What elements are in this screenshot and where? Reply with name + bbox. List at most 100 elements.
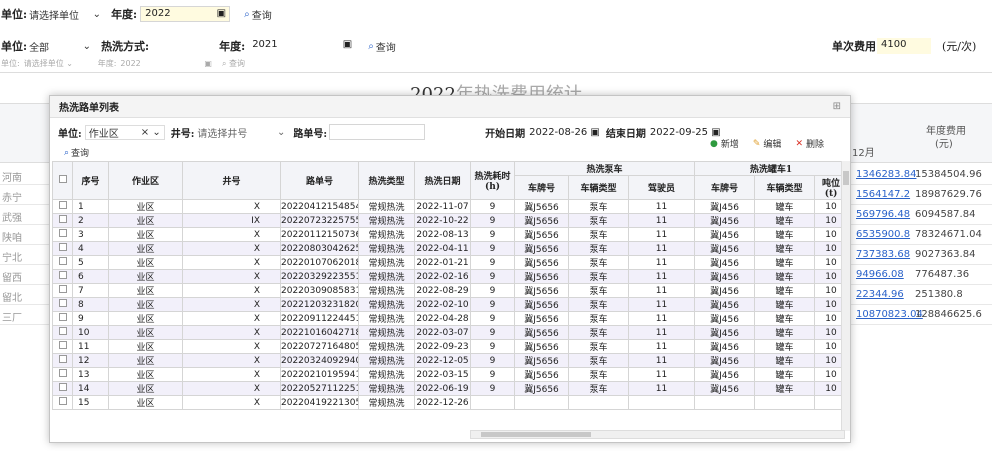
stats-dec-link[interactable]: 22344.96	[856, 289, 904, 300]
row-checkbox[interactable]	[58, 271, 67, 279]
row-select-cell[interactable]	[52, 227, 73, 242]
unit-select[interactable]: 全部 ⌄	[29, 39, 91, 54]
edit-button[interactable]: ✎ 编辑	[753, 137, 782, 151]
table-row[interactable]: 2 业区 IX 20220723225755 常规热洗 2022-10-22 9 冀J5656…	[52, 213, 849, 228]
chevron-down-icon: ⌄	[82, 40, 92, 52]
vertical-scrollbar[interactable]	[841, 161, 850, 431]
row-checkbox[interactable]	[58, 369, 67, 377]
cell-plate2: 冀J456	[694, 227, 756, 242]
cell-date: 2022-04-11	[414, 241, 471, 256]
unit-label: 单位:	[1, 40, 28, 53]
row-select-cell[interactable]	[52, 213, 73, 228]
cell-route: 20220911224451	[280, 311, 359, 326]
cell-plate2: 冀J456	[694, 339, 756, 354]
select-all-checkbox[interactable]	[58, 175, 67, 183]
row-checkbox[interactable]	[58, 341, 67, 349]
row-select-cell[interactable]	[52, 241, 73, 256]
row-checkbox[interactable]	[58, 229, 67, 237]
cell-vehicle-type: 泵车	[568, 381, 629, 396]
well-select[interactable]: 请选择井号 ⌄	[197, 125, 285, 140]
calendar-icon[interactable]: ▣	[217, 7, 226, 21]
query-button[interactable]: ⌕ 查询	[222, 58, 245, 69]
add-button[interactable]: ● 新增	[710, 137, 739, 151]
year-input[interactable]: 2022	[120, 59, 200, 68]
cell-type: 常规热洗	[358, 297, 415, 312]
table-row[interactable]: 15 业区 X 20220419221305 常规热洗 2022-12-26	[52, 395, 849, 410]
table-row[interactable]: 5 业区 X 20220107062018 常规热洗 2022-01-21 9 冀J5656 泵…	[52, 255, 849, 270]
table-row[interactable]: 13 业区 X 20220210195941 常规热洗 2022-03-15 9 冀J5656…	[52, 367, 849, 382]
table-row[interactable]: 7 业区 X 20220309085831 常规热洗 2022-08-29 9 冀J5656 泵…	[52, 283, 849, 298]
row-checkbox[interactable]	[58, 397, 67, 405]
row-checkbox[interactable]	[58, 383, 67, 391]
row-select-cell[interactable]	[52, 339, 73, 354]
table-row[interactable]: 9 业区 X 20220911224451 常规热洗 2022-04-28 9 冀J5656 泵…	[52, 311, 849, 326]
calendar-icon[interactable]: ▣	[711, 127, 720, 138]
query-button[interactable]: ⌕ 查询	[368, 39, 396, 54]
row-select-cell[interactable]	[52, 325, 73, 340]
row-select-cell[interactable]	[52, 381, 73, 396]
end-date-input[interactable]: 2022-09-25 ▣	[650, 127, 721, 138]
horizontal-scrollbar[interactable]	[470, 430, 845, 439]
cell-route: 20220527112251	[280, 381, 359, 396]
table-row[interactable]: 4 业区 X 20220803042625 常规热洗 2022-04-11 9 冀J5656 泵…	[52, 241, 849, 256]
select-all-cell[interactable]	[52, 161, 73, 200]
row-checkbox[interactable]	[58, 215, 67, 223]
row-checkbox[interactable]	[58, 285, 67, 293]
row-select-cell[interactable]	[52, 255, 73, 270]
row-select-cell[interactable]	[52, 395, 73, 410]
dialog-title: 热洗路单列表	[59, 103, 119, 114]
delete-button[interactable]: ✕ 删除	[795, 137, 824, 151]
scroll-thumb[interactable]	[481, 432, 591, 437]
cell-date: 2022-03-07	[414, 325, 471, 340]
table-row[interactable]: 11 业区 X 20220727164805 常规热洗 2022-09-23 9 冀J5656…	[52, 339, 849, 354]
table-row[interactable]: 10 业区 X 20221016042718 常规热洗 2022-03-07 9 冀J5656…	[52, 325, 849, 340]
calendar-icon[interactable]: ▣	[204, 59, 212, 68]
stats-dec-link[interactable]: 6535900.8	[856, 229, 910, 240]
dialog-query-button[interactable]: ⌕ 查询	[64, 146, 89, 160]
year-input[interactable]: 2022 ▣	[140, 6, 231, 22]
unit-select[interactable]: 请选择单位 ⌄	[24, 58, 94, 69]
table-row[interactable]: 1 业区 X 20220412154854 常规热洗 2022-11-07 9 冀J5656 泵…	[52, 199, 849, 214]
stats-dec-link[interactable]: 737383.68	[856, 249, 910, 260]
col-area: 作业区	[108, 161, 183, 200]
row-select-cell[interactable]	[52, 269, 73, 284]
scroll-thumb[interactable]	[843, 171, 849, 185]
row-checkbox[interactable]	[58, 327, 67, 335]
fee-unit: (元/次)	[942, 40, 977, 53]
table-row[interactable]: 8 业区 X 20221203231820 常规热洗 2022-02-10 9 冀J5656 泵…	[52, 297, 849, 312]
query-button[interactable]: ⌕ 查询	[244, 7, 272, 22]
row-checkbox[interactable]	[58, 299, 67, 307]
table-row[interactable]: 12 业区 X 20220324092940 常规热洗 2022-12-05 9 冀J5656…	[52, 353, 849, 368]
row-select-cell[interactable]	[52, 311, 73, 326]
stats-dec-link[interactable]: 94966.08	[856, 269, 904, 280]
table-row[interactable]: 14 业区 X 20220527112251 常规热洗 2022-06-19 9 冀J5656…	[52, 381, 849, 396]
unit-select[interactable]: 作业区 × ⌄	[84, 124, 165, 140]
calendar-icon[interactable]: ▣	[590, 127, 599, 138]
row-select-cell[interactable]	[52, 199, 73, 214]
cell-duration: 9	[470, 213, 515, 228]
row-checkbox[interactable]	[58, 355, 67, 363]
cell-area: 业区	[108, 227, 183, 242]
row-select-cell[interactable]	[52, 367, 73, 382]
start-date-input[interactable]: 2022-08-26 ▣	[529, 127, 600, 138]
row-select-cell[interactable]	[52, 353, 73, 368]
row-select-cell[interactable]	[52, 297, 73, 312]
unit-select[interactable]: 请选择单位 ⌄	[29, 7, 101, 22]
row-checkbox[interactable]	[58, 257, 67, 265]
stats-dec-link[interactable]: 10870823.04	[856, 309, 923, 320]
maximize-icon[interactable]: ⊞	[833, 101, 841, 112]
year-input[interactable]: 2021 ▣	[248, 38, 352, 54]
stats-dec-link[interactable]: 1346283.84	[856, 169, 916, 180]
route-input[interactable]	[329, 124, 426, 140]
row-checkbox[interactable]	[58, 201, 67, 209]
stats-dec-link[interactable]: 569796.48	[856, 209, 910, 220]
fee-input[interactable]: 4100	[877, 38, 931, 54]
row-select-cell[interactable]	[52, 283, 73, 298]
stats-dec-link[interactable]: 1564147.2	[856, 189, 910, 200]
close-icon[interactable]: ×	[141, 127, 149, 138]
table-row[interactable]: 6 业区 X 20220329223551 常规热洗 2022-02-16 9 冀J5656 泵…	[52, 269, 849, 284]
table-row[interactable]: 3 业区 X 20220112150736 常规热洗 2022-08-13 9 冀J5656 泵…	[52, 227, 849, 242]
row-checkbox[interactable]	[58, 313, 67, 321]
calendar-icon[interactable]: ▣	[343, 38, 352, 52]
row-checkbox[interactable]	[58, 243, 67, 251]
